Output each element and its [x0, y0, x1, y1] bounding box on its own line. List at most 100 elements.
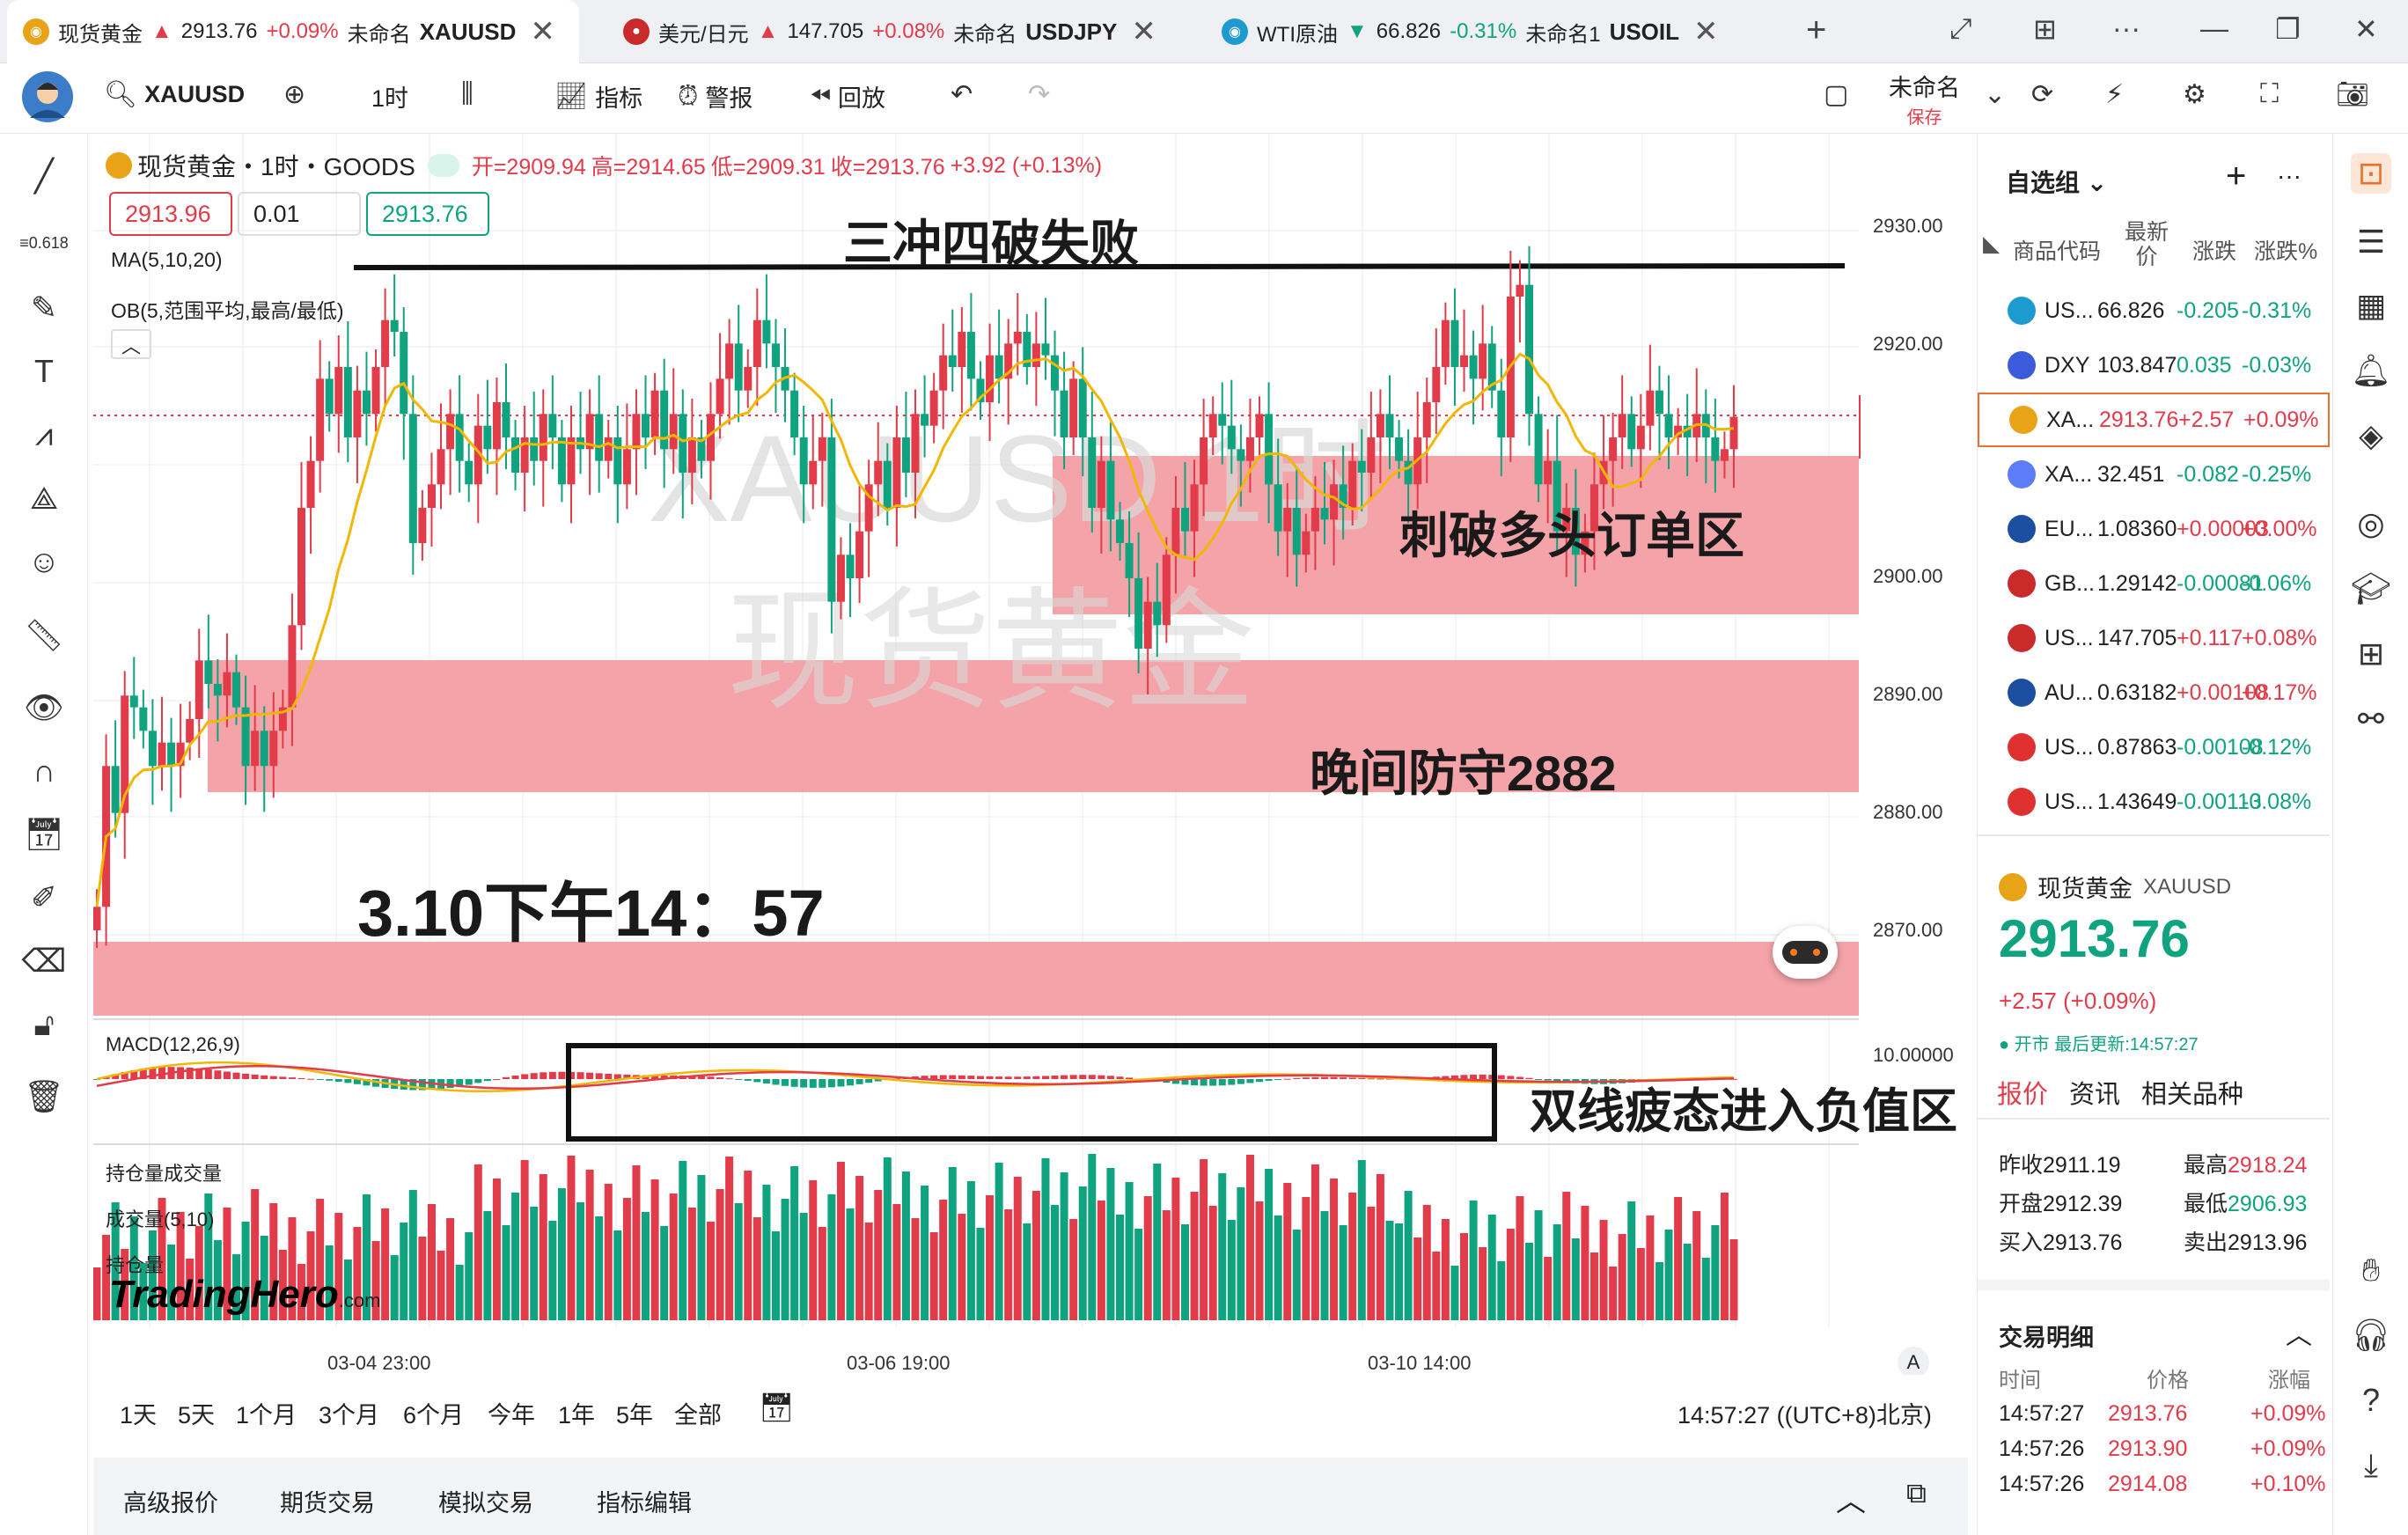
layout-name-button[interactable]: 未命名 保存 [1889, 69, 1960, 129]
bottom-tab-paper-trading[interactable]: 模拟交易 [438, 1484, 533, 1518]
col-symbol[interactable]: 商品代码 [2013, 234, 2101, 266]
trendline-icon[interactable]: ╱ [21, 153, 67, 199]
range-1y[interactable]: 1年 [558, 1396, 595, 1430]
fullscreen-button[interactable]: ⛶ [2260, 79, 2279, 109]
layout-dropdown[interactable]: ⌄ [1984, 79, 2006, 110]
watchlist-row[interactable]: US... 66.826 -0.205 -0.31% [1978, 283, 2330, 338]
new-tab-button[interactable]: + [1806, 11, 1826, 50]
close-icon[interactable]: ✕ [1131, 14, 1156, 49]
replay-button[interactable]: ⏪︎ 回放 [810, 79, 885, 114]
col-change[interactable]: 涨跌 [2192, 234, 2236, 266]
settings-button[interactable]: ⚙︎ [2183, 79, 2206, 110]
download-icon[interactable]: ⤓ [2351, 1445, 2391, 1486]
layers-icon[interactable]: ◈ [2351, 415, 2391, 456]
col-last[interactable]: 最新价 [2122, 220, 2171, 269]
chevron-up-icon[interactable]: ︿ [2286, 1313, 2312, 1352]
eraser-icon[interactable]: ⌫ [21, 938, 67, 984]
bottom-tab-quote[interactable]: 高级报价 [123, 1484, 218, 1518]
watchlist-row[interactable]: EU... 1.08360 +0.00003 +0.00% [1978, 502, 2330, 556]
tab-usdjpy[interactable]: ● 美元/日元 ▲ 147.705 +0.08% 未命名 USDJPY ✕ [607, 0, 1171, 63]
support-headset-icon[interactable]: 🎧︎ [2351, 1315, 2391, 1355]
eye-icon[interactable]: 👁︎ [21, 685, 67, 731]
ob-legend[interactable]: OB(5,范围平均,最高/最低) [111, 294, 344, 324]
sell-price-button[interactable]: 2913.96 [109, 192, 232, 236]
watchlist-row[interactable]: XA... 2913.76 +2.57 +0.09% [1978, 393, 2330, 447]
close-icon[interactable]: ✕ [1693, 14, 1719, 49]
more-icon[interactable]: ··· [2277, 162, 2302, 190]
col-change-pct[interactable]: 涨跌% [2254, 234, 2317, 266]
range-5d[interactable]: 5天 [178, 1396, 215, 1430]
range-1d[interactable]: 1天 [120, 1396, 157, 1430]
buy-price-button[interactable]: 2913.76 [366, 192, 489, 236]
tab-quote[interactable]: 报价 [1997, 1074, 2048, 1111]
close-icon[interactable]: ✕ [530, 14, 555, 49]
text-icon[interactable]: T [21, 349, 67, 394]
volume-ma-legend[interactable]: 成交量(5,10) [106, 1204, 214, 1232]
add-symbol-icon[interactable]: + [2226, 157, 2246, 196]
indicators-button[interactable]: 📈︎ 指标 [554, 79, 642, 114]
bottom-tab-futures[interactable]: 期货交易 [280, 1484, 375, 1518]
redo-button[interactable]: ↷ [1028, 79, 1050, 110]
watchlist-title-dropdown[interactable]: 自选组 ⌄ [2006, 164, 2107, 199]
watchlist-icon[interactable]: ⊡ [2351, 153, 2391, 194]
maximize-panel-icon[interactable]: ⧉ [1906, 1477, 1927, 1510]
help-icon[interactable]: ? [2351, 1380, 2391, 1421]
forecast-icon[interactable]: ⟁ [21, 475, 67, 521]
add-symbol-button[interactable]: ⊕ [283, 79, 305, 110]
ruler-icon[interactable]: 📏︎ [21, 613, 67, 658]
collapse-legend-button[interactable]: ︿ [111, 329, 151, 359]
more-icon[interactable]: ··· [2112, 12, 2140, 45]
brush-icon[interactable]: ✎ [21, 285, 67, 331]
grid-icon[interactable]: ⊞ [2351, 634, 2391, 674]
watchlist-row[interactable]: US... 0.87863 -0.00108 -0.12% [1978, 720, 2330, 775]
macd-legend[interactable]: MACD(12,26,9) [106, 1033, 240, 1056]
screenshot-window-icon[interactable]: ⤢ [1949, 12, 1972, 46]
range-ytd[interactable]: 今年 [488, 1396, 535, 1430]
restore-button[interactable]: ❐ [2275, 12, 2301, 46]
range-5y[interactable]: 5年 [616, 1396, 653, 1430]
news-icon[interactable]: ☰ [2351, 222, 2391, 262]
assistant-robot-button[interactable] [1773, 926, 1838, 979]
minimize-button[interactable]: — [2200, 12, 2228, 45]
range-all[interactable]: 全部 [674, 1396, 722, 1430]
ma-legend[interactable]: MA(5,10,20) [111, 248, 223, 272]
watchlist-row[interactable]: GB... 1.29142 -0.00081 -0.06% [1978, 556, 2330, 611]
range-3m[interactable]: 3个月 [319, 1396, 379, 1430]
emoji-icon[interactable]: ☺ [21, 539, 67, 584]
chart-canvas[interactable]: XAUUSD,1时 现货黄金 [93, 134, 1861, 1327]
avatar[interactable] [21, 70, 74, 123]
undo-button[interactable]: ↶ [951, 79, 973, 110]
clock-timezone[interactable]: 14:57:27 ((UTC+8)北京) [1678, 1396, 1932, 1430]
bell-icon[interactable]: 🔔︎ [2351, 350, 2391, 391]
chevron-up-icon[interactable]: ︿ [1836, 1477, 1866, 1520]
chart-type-button[interactable]: ⫼ [461, 79, 474, 109]
pattern-icon[interactable]: ⩘ [21, 412, 67, 458]
watchlist-row[interactable]: US... 147.705 +0.117 +0.08% [1978, 611, 2330, 665]
handshake-icon[interactable]: ✋︎ [2351, 1250, 2391, 1290]
fibonacci-icon[interactable]: ≡0.618 [19, 220, 69, 266]
watchlist-row[interactable]: XA... 32.451 -0.082 -0.25% [1978, 447, 2330, 502]
sync-button[interactable]: ⟳ [2031, 79, 2053, 110]
education-icon[interactable]: 🎓︎ [2351, 569, 2391, 609]
magnet-icon[interactable]: ∩ [21, 748, 67, 794]
chart-area[interactable]: XAUUSD,1时 现货黄金 现货黄金・1时・GOODS 开=2909.94 高… [93, 134, 1957, 1327]
watchlist-row[interactable]: AU... 0.63182 +0.00108 +0.17% [1978, 665, 2330, 720]
range-1m[interactable]: 1个月 [236, 1396, 297, 1430]
target-icon[interactable]: ◎ [2351, 503, 2391, 544]
hierarchy-icon[interactable]: ⚯ [2351, 699, 2391, 739]
tab-related[interactable]: 相关品种 [2141, 1074, 2243, 1111]
tab-news[interactable]: 资讯 [2069, 1074, 2120, 1111]
interval-button[interactable]: 1时 [371, 79, 408, 114]
auto-scale-button[interactable]: A [1898, 1347, 1929, 1378]
snapshot-button[interactable]: 📷︎ [2336, 79, 2369, 110]
alerts-button[interactable]: ⏰︎ 警报 [678, 79, 752, 114]
bottom-tab-indicator-editor[interactable]: 指标编辑 [597, 1484, 692, 1518]
goto-date-icon[interactable]: 📅︎ [759, 1391, 795, 1424]
lock-icon[interactable]: 🔓︎ [21, 1002, 67, 1047]
calendar-icon[interactable]: ▦ [2351, 285, 2391, 326]
watchlist-row[interactable]: DXY 103.847 0.035 -0.03% [1978, 338, 2330, 393]
calendar-eye-icon[interactable]: 📅︎ [21, 812, 67, 857]
volume-legend[interactable]: 持仓量成交量 [106, 1158, 222, 1186]
tab-usoil[interactable]: ◉ WTI原油 ▼ 66.826 -0.31% 未命名1 USOIL ✕ [1206, 0, 1769, 63]
watchlist-row[interactable]: US... 1.43649 -0.00113 -0.08% [1978, 775, 2330, 829]
